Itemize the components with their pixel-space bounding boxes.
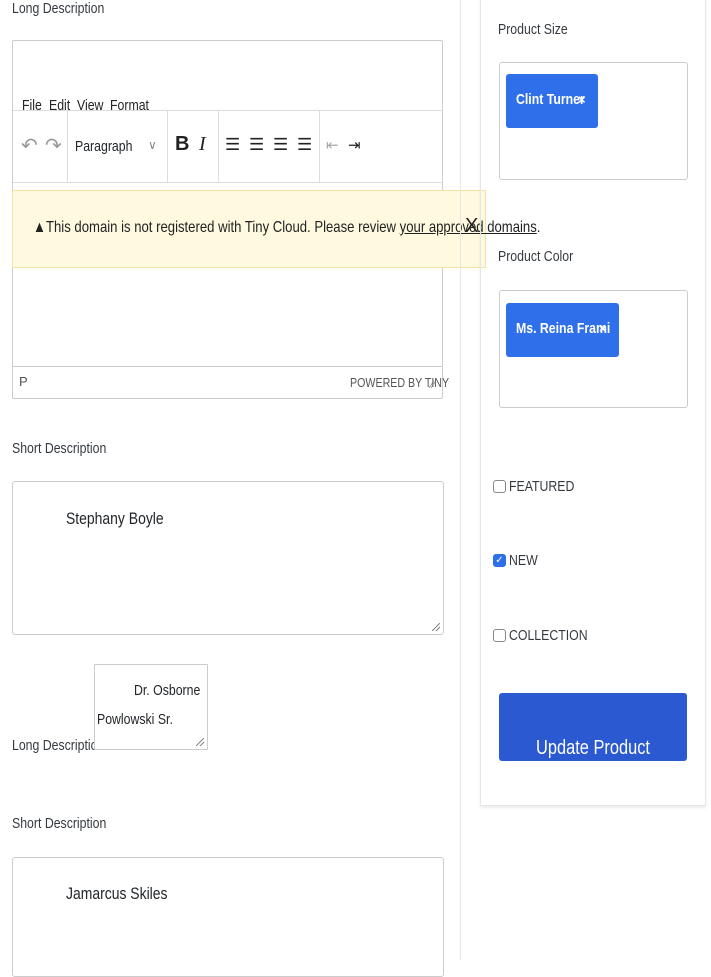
short-description-textarea-2[interactable]: Jamarcus Skiles [12, 857, 444, 977]
new-checkbox[interactable]: ✓ [493, 554, 506, 567]
editor-toolbar: ↶ ↷ Paragraph ∨ B I ☰ ☰ ☰ ☰ ⇤ ⇥ [13, 111, 442, 183]
align-left-icon[interactable]: ☰ [225, 135, 240, 155]
long-description-textarea[interactable]: Dr. Osborne Powlowski Sr. [94, 664, 208, 750]
product-size-chip: Clint Turner × [506, 74, 598, 128]
close-icon[interactable]: X [465, 215, 478, 238]
long-description-line1: Dr. Osborne [134, 682, 201, 699]
collection-label[interactable]: COLLECTION [509, 627, 588, 644]
powered-by-tiny[interactable]: POWERED BY TINY [350, 375, 471, 390]
undo-icon[interactable]: ↶ [21, 133, 38, 158]
short-description-textarea[interactable]: Stephany Boyle [12, 481, 444, 635]
column-divider [460, 0, 461, 960]
resize-handle-icon[interactable]: ⁄⁄ [431, 379, 435, 391]
editor-statusbar: P POWERED BY TINY ⁄⁄ [13, 366, 449, 399]
product-color-chip: Ms. Reina Frami × [506, 303, 619, 357]
long-description-line2: Powlowski Sr. [97, 711, 173, 728]
align-center-icon[interactable]: ☰ [249, 135, 264, 155]
warning-icon: ▲ [33, 219, 46, 236]
element-path: P [19, 374, 28, 389]
long-description-label-2: Long Description [12, 737, 105, 754]
product-size-label: Product Size [498, 21, 568, 38]
collection-checkbox[interactable] [493, 629, 506, 642]
tiny-cloud-notice: ▲This domain is not registered with Tiny… [12, 190, 540, 268]
chevron-down-icon: ∨ [148, 138, 157, 152]
long-description-label: Long Description [12, 0, 105, 17]
product-size-select[interactable]: Clint Turner × [499, 62, 688, 180]
short-description-value: Stephany Boyle [66, 509, 164, 528]
remove-chip-icon[interactable]: × [578, 92, 586, 107]
resize-grip-icon[interactable] [432, 623, 440, 631]
bold-icon[interactable]: B [175, 133, 189, 156]
resize-grip-icon[interactable] [196, 738, 204, 746]
italic-icon[interactable]: I [199, 133, 206, 156]
featured-checkbox-row[interactable]: FEATURED [493, 478, 653, 498]
redo-icon[interactable]: ↷ [45, 133, 62, 158]
align-justify-icon[interactable]: ☰ [297, 135, 312, 155]
editor-menubar: File Edit View Format [13, 41, 442, 114]
short-description-label-2: Short Description [12, 815, 107, 832]
new-label[interactable]: NEW [509, 552, 538, 569]
indent-icon[interactable]: ⇥ [348, 136, 361, 154]
short-description-value-2: Jamarcus Skiles [66, 884, 168, 903]
collection-checkbox-row[interactable]: COLLECTION [493, 627, 653, 647]
short-description-label: Short Description [12, 440, 107, 457]
align-right-icon[interactable]: ☰ [273, 135, 288, 155]
new-checkbox-row[interactable]: ✓ NEW [493, 552, 653, 572]
product-color-label: Product Color [498, 248, 574, 265]
remove-chip-icon[interactable]: × [599, 321, 607, 336]
outdent-icon[interactable]: ⇤ [326, 136, 339, 154]
update-product-button[interactable]: Update Product [499, 693, 687, 761]
block-format-select[interactable]: Paragraph ∨ [75, 138, 165, 155]
product-color-select[interactable]: Ms. Reina Frami × [499, 290, 688, 408]
featured-checkbox[interactable] [493, 480, 506, 493]
featured-label[interactable]: FEATURED [509, 478, 574, 495]
